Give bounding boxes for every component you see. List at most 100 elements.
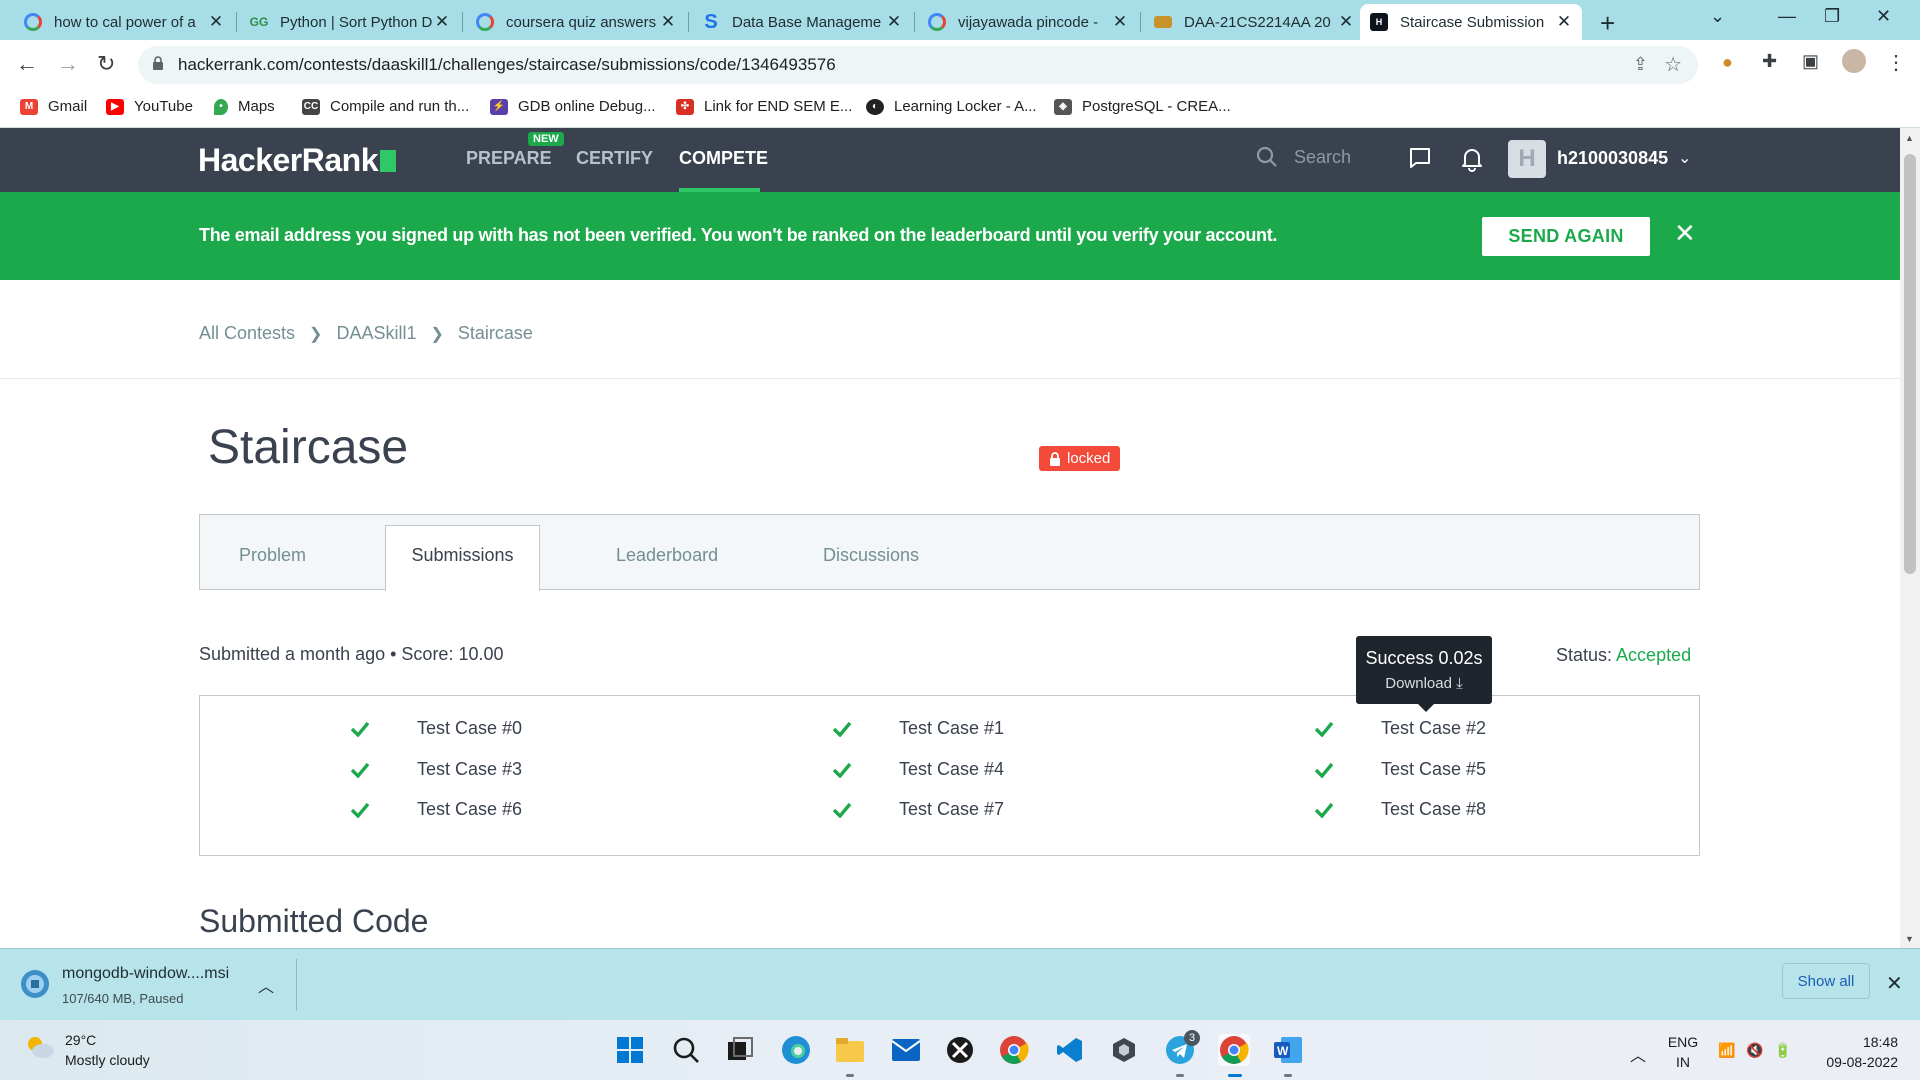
search-box[interactable]: Search: [1256, 146, 1351, 168]
restore-icon[interactable]: ❐: [1824, 6, 1840, 27]
chrome-profile-icon[interactable]: [1218, 1034, 1250, 1066]
edge-icon[interactable]: [780, 1034, 812, 1066]
volume-muted-icon[interactable]: 🔇: [1746, 1042, 1763, 1059]
tab-discussions[interactable]: Discussions: [823, 545, 919, 566]
download-filename[interactable]: mongodb-window....msi: [62, 965, 229, 983]
bookmark-maps[interactable]: • Maps: [214, 98, 275, 115]
test-case[interactable]: Test Case #8: [1314, 799, 1486, 820]
bookmark-learning-locker[interactable]: ◐ Learning Locker - A...: [866, 98, 1037, 115]
search-icon[interactable]: [670, 1034, 702, 1066]
profile-avatar-icon[interactable]: [1842, 49, 1866, 73]
test-case[interactable]: Test Case #2: [1314, 718, 1486, 739]
close-tab-icon[interactable]: ✕: [1556, 12, 1572, 32]
nav-compete[interactable]: COMPETE: [679, 148, 768, 169]
notifications-bell-icon[interactable]: [1460, 146, 1484, 172]
test-case[interactable]: Test Case #5: [1314, 759, 1486, 780]
test-case[interactable]: Test Case #1: [832, 718, 1004, 739]
bookmark-end-sem[interactable]: ✣ Link for END SEM E...: [676, 98, 852, 115]
lang-region: IN: [1676, 1054, 1690, 1070]
breadcrumb-challenge[interactable]: Staircase: [458, 323, 533, 344]
close-icon[interactable]: ✕: [1674, 218, 1696, 249]
browser-tab[interactable]: coursera quiz answers ✕: [466, 4, 686, 40]
close-tab-icon[interactable]: ✕: [886, 12, 902, 32]
weather-temperature[interactable]: 29°C: [65, 1032, 96, 1048]
breadcrumb: All Contests ❯ DAASkill1 ❯ Staircase: [199, 323, 533, 344]
close-tab-icon[interactable]: ✕: [660, 12, 676, 32]
mail-icon[interactable]: [890, 1034, 922, 1066]
omnibox[interactable]: hackerrank.com/contests/daaskill1/challe…: [138, 46, 1698, 84]
minimize-icon[interactable]: —: [1778, 6, 1796, 27]
vscode-icon[interactable]: [1054, 1034, 1086, 1066]
page-scrollbar[interactable]: ▲ ▼: [1900, 128, 1920, 948]
close-tab-icon[interactable]: ✕: [1338, 12, 1354, 32]
close-icon[interactable]: ✕: [1886, 971, 1903, 996]
side-panel-icon[interactable]: ▣: [1802, 51, 1819, 72]
test-case[interactable]: Test Case #4: [832, 759, 1004, 780]
breadcrumb-all-contests[interactable]: All Contests: [199, 323, 295, 344]
tab-submissions[interactable]: Submissions: [385, 525, 540, 591]
username[interactable]: h2100030845: [1557, 148, 1668, 169]
send-again-button[interactable]: SEND AGAIN: [1482, 217, 1650, 256]
cookie-extension-icon[interactable]: ●: [1722, 52, 1733, 73]
nav-certify[interactable]: CERTIFY: [576, 148, 653, 169]
download-link[interactable]: Download ⤓: [1356, 675, 1492, 692]
browser-tab-active[interactable]: H Staircase Submission ✕: [1360, 4, 1582, 40]
chevron-down-icon[interactable]: ⌄: [1678, 148, 1691, 168]
tab-problem[interactable]: Problem: [239, 545, 306, 566]
close-window-icon[interactable]: ✕: [1876, 6, 1891, 27]
windows-start-icon[interactable]: [614, 1034, 646, 1066]
tab-leaderboard[interactable]: Leaderboard: [616, 545, 718, 566]
close-tab-icon[interactable]: ✕: [434, 12, 450, 32]
chrome-icon[interactable]: [998, 1034, 1030, 1066]
close-tab-icon[interactable]: ✕: [1112, 12, 1128, 32]
messages-icon[interactable]: [1408, 146, 1432, 170]
kebab-menu-icon[interactable]: ⋮: [1886, 50, 1906, 75]
browser-tab[interactable]: DAA-21CS2214AA 20 ✕: [1144, 4, 1364, 40]
page-title: Staircase: [208, 421, 409, 474]
share-icon[interactable]: ⇪: [1633, 54, 1648, 75]
test-case[interactable]: Test Case #0: [350, 718, 522, 739]
scroll-down-icon[interactable]: ▼: [1905, 934, 1914, 944]
task-view-icon[interactable]: [724, 1034, 756, 1066]
bookmark-star-icon[interactable]: ☆: [1664, 52, 1682, 77]
language-indicator[interactable]: ENG IN: [1666, 1032, 1700, 1072]
unity-icon[interactable]: [1108, 1034, 1140, 1066]
bookmark-compile-run[interactable]: CC Compile and run th...: [302, 98, 469, 115]
weather-description[interactable]: Mostly cloudy: [65, 1052, 150, 1068]
breadcrumb-contest[interactable]: DAASkill1: [336, 323, 416, 344]
word-icon[interactable]: W: [1272, 1034, 1304, 1066]
extensions-puzzle-icon[interactable]: ✚: [1762, 51, 1777, 72]
chevron-up-icon[interactable]: ︿: [258, 973, 274, 997]
browser-tab[interactable]: how to cal power of a ✕: [14, 4, 234, 40]
new-tab-icon[interactable]: +: [1600, 8, 1615, 39]
tab-title: vijayawada pincode -: [958, 13, 1099, 31]
bookmark-postgresql[interactable]: ◈ PostgreSQL - CREA...: [1054, 98, 1231, 115]
bookmark-gmail[interactable]: M Gmail: [20, 98, 87, 115]
browser-tab[interactable]: S Data Base Manageme ✕: [692, 4, 912, 40]
show-all-button[interactable]: Show all: [1782, 963, 1870, 999]
wifi-icon[interactable]: 📶: [1718, 1042, 1735, 1059]
test-case[interactable]: Test Case #6: [350, 799, 522, 820]
bookmark-youtube[interactable]: ▶ YouTube: [106, 98, 193, 115]
test-case[interactable]: Test Case #3: [350, 759, 522, 780]
battery-charging-icon[interactable]: 🔋: [1774, 1042, 1791, 1059]
hackerrank-logo[interactable]: HackerRank: [198, 142, 396, 179]
chevron-up-icon[interactable]: ︿: [1630, 1042, 1646, 1066]
browser-tab[interactable]: GG Python | Sort Python D ✕: [240, 4, 460, 40]
url-text[interactable]: hackerrank.com/contests/daaskill1/challe…: [178, 55, 836, 75]
close-tab-icon[interactable]: ✕: [208, 12, 224, 32]
forward-icon[interactable]: →: [57, 51, 79, 77]
back-icon[interactable]: ←: [16, 51, 38, 77]
bookmark-gdb[interactable]: ⚡ GDB online Debug...: [490, 98, 656, 115]
system-clock[interactable]: 18:48 09-08-2022: [1818, 1032, 1898, 1072]
reload-icon[interactable]: ↻: [97, 51, 115, 77]
tab-search-icon[interactable]: ⌄: [1710, 6, 1725, 27]
test-case[interactable]: Test Case #7: [832, 799, 1004, 820]
scrollbar-thumb[interactable]: [1904, 154, 1916, 574]
xbox-icon[interactable]: [944, 1034, 976, 1066]
user-avatar[interactable]: H: [1508, 140, 1546, 178]
nav-prepare[interactable]: PREPARE: [466, 148, 552, 169]
file-explorer-icon[interactable]: [834, 1034, 866, 1066]
scroll-up-icon[interactable]: ▲: [1905, 133, 1914, 143]
browser-tab[interactable]: vijayawada pincode - ✕: [918, 4, 1138, 40]
